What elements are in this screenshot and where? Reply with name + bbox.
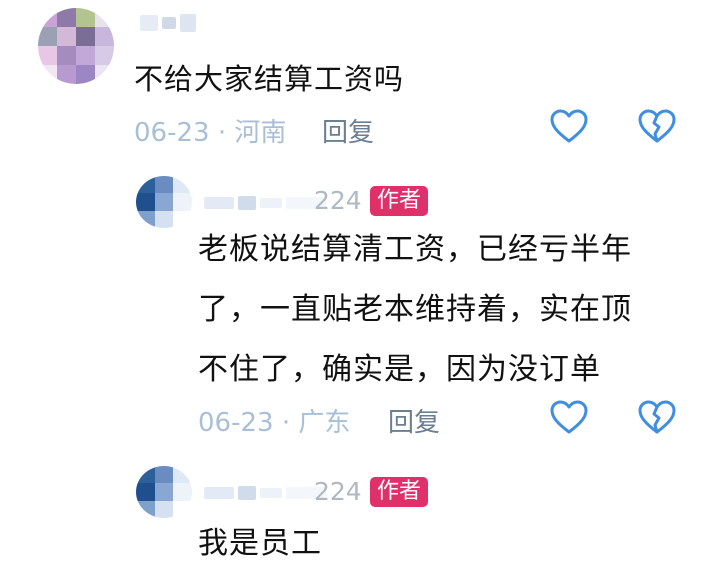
username-suffix: 224 <box>314 186 362 215</box>
username[interactable] <box>204 196 326 210</box>
username[interactable] <box>140 14 196 32</box>
broken-heart-icon[interactable] <box>637 107 677 147</box>
reply-text-line: 我是员工 <box>198 526 322 561</box>
reply-button[interactable]: 回复 <box>388 402 440 439</box>
reply-text-line: 了，一直贴老本维持着，实在顶 <box>198 292 632 327</box>
avatar[interactable] <box>38 8 114 84</box>
reply-location: 广东 <box>298 408 351 438</box>
username-suffix: 224 <box>314 477 362 506</box>
reply-text: 老板说结算清工资，已经亏半年 了，一直贴老本维持着，实在顶 不住了，确实是，因为… <box>198 220 678 400</box>
avatar[interactable] <box>136 176 192 228</box>
reply-button[interactable]: 回复 <box>322 112 374 149</box>
comment-date: 06-23 <box>134 118 210 148</box>
meta-separator: · <box>281 408 291 438</box>
avatar[interactable] <box>136 466 192 518</box>
heart-outline-icon[interactable] <box>549 107 589 147</box>
heart-outline-icon[interactable] <box>549 398 589 438</box>
meta-separator: · <box>217 118 227 148</box>
reply-text-line: 老板说结算清工资，已经亏半年 <box>198 232 632 267</box>
reply-date: 06-23 <box>198 408 274 438</box>
reply-text: 我是员工 <box>198 514 678 574</box>
author-badge: 作者 <box>370 477 429 507</box>
reply-text-line: 不住了，确实是，因为没订单 <box>198 352 601 387</box>
broken-heart-icon[interactable] <box>637 398 677 438</box>
comment-location: 河南 <box>234 118 287 148</box>
comment-meta: 06-23 · 河南 <box>134 112 286 149</box>
comment-text: 不给大家结算工资吗 <box>134 62 405 96</box>
username[interactable] <box>204 486 326 500</box>
author-badge: 作者 <box>370 186 429 216</box>
reply-meta: 06-23 · 广东 <box>198 402 350 439</box>
